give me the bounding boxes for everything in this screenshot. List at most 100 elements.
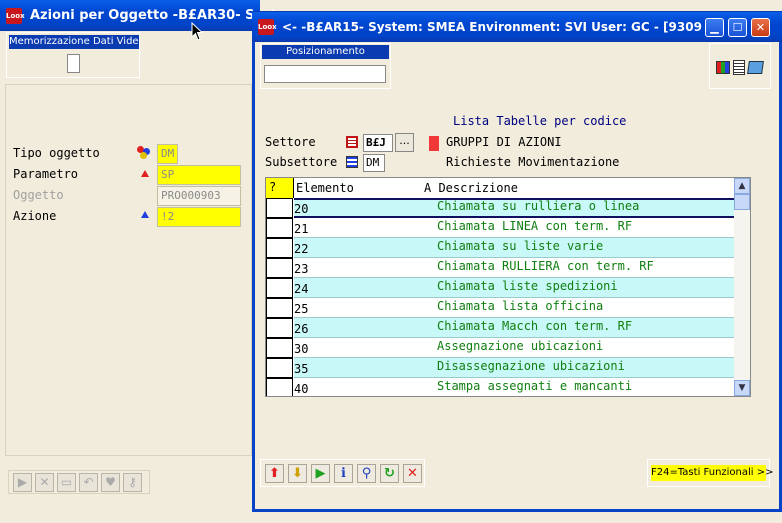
maximize-button[interactable]: ☐ <box>728 18 747 37</box>
back-arrow-icon[interactable]: ↶ <box>79 472 98 492</box>
row-code: 22 <box>294 242 309 256</box>
red-status-marker <box>429 136 439 151</box>
grid-header-select[interactable]: ? <box>266 178 294 198</box>
vertical-scrollbar[interactable]: ▲ ▼ <box>734 178 750 396</box>
row-code: 20 <box>294 202 309 216</box>
row-description: Chiamata su rulliera o linea <box>437 199 640 213</box>
play-icon[interactable]: ▶ <box>311 463 330 483</box>
table-row[interactable]: 30 Assegnazione ubicazioni <box>266 338 734 358</box>
front-title-bar[interactable]: Loox <- -B£AR15- System: SMEA Environmen… <box>252 12 782 42</box>
row-description: Stampa assegnati e mancanti <box>437 379 633 393</box>
settore-lookup-button[interactable]: ... <box>395 133 414 152</box>
row-code: 26 <box>294 322 309 336</box>
tipo-oggetto-field[interactable]: DM <box>157 144 178 164</box>
azione-field[interactable]: !2 <box>157 207 241 227</box>
refresh-icon[interactable]: ↻ <box>380 463 399 483</box>
row-description: Disassegnazione ubicazioni <box>437 359 625 373</box>
mouse-cursor-icon <box>191 22 203 41</box>
play-icon[interactable]: ▶ <box>13 472 32 492</box>
table-row[interactable]: 35 Disassegnazione ubicazioni <box>266 358 734 378</box>
palette-icon[interactable] <box>716 61 730 74</box>
app-icon[interactable]: Loox <box>6 8 25 24</box>
subsettore-label: Subsettore <box>265 155 338 169</box>
screen-icon[interactable]: ▭ <box>57 472 76 492</box>
row-select-box[interactable] <box>266 378 293 396</box>
table-row[interactable]: 22 Chiamata su liste varie <box>266 238 734 258</box>
row-select-box[interactable] <box>266 298 293 318</box>
arrow-up-icon[interactable]: ⬆ <box>265 463 284 483</box>
row-code: 24 <box>294 282 309 296</box>
oggetto-label: Oggetto <box>13 188 64 202</box>
table-row[interactable]: 25 Chiamata lista officina <box>266 298 734 318</box>
arrow-down-icon[interactable]: ⬇ <box>288 463 307 483</box>
video-memorization-label: Memorizzazione Dati Video <box>9 35 139 49</box>
three-dots-icon <box>137 146 151 160</box>
row-select-box[interactable] <box>266 338 293 358</box>
row-select-box[interactable] <box>266 318 293 338</box>
grid-header-row: ? Elemento A Descrizione <box>266 178 734 198</box>
back-toolbar: ▶ ✕ ▭ ↶ ♥ ⚷ <box>8 470 150 494</box>
close-window-button[interactable]: ✕ <box>751 18 770 37</box>
row-code: 23 <box>294 262 309 276</box>
back-form-panel <box>5 84 252 456</box>
video-memorization-checkbox[interactable] <box>67 54 80 73</box>
row-select-box[interactable] <box>266 258 293 278</box>
table-icon <box>346 136 358 148</box>
positioning-label: Posizionamento <box>262 45 389 59</box>
settore-field[interactable]: B£J <box>363 134 393 152</box>
row-select-box[interactable] <box>266 278 293 298</box>
parametro-label: Parametro <box>13 167 79 181</box>
close-icon[interactable]: ✕ <box>403 463 422 483</box>
front-app-icon[interactable]: Loox <box>258 19 277 35</box>
row-select-box[interactable] <box>266 238 293 258</box>
function-keys-button[interactable]: F24=Tasti Funzionali >> <box>647 459 774 487</box>
table-row[interactable]: 20 Chiamata su rulliera o linea <box>266 198 734 218</box>
parametro-field[interactable]: SP <box>157 165 241 185</box>
info-icon[interactable]: ℹ <box>334 463 353 483</box>
minimize-button[interactable]: ▁ <box>705 18 724 37</box>
row-select-box[interactable] <box>266 218 293 238</box>
scroll-up-button[interactable]: ▲ <box>734 178 750 194</box>
tipo-oggetto-label: Tipo oggetto <box>13 146 100 160</box>
table-row[interactable]: 23 Chiamata RULLIERA con term. RF <box>266 258 734 278</box>
close-icon[interactable]: ✕ <box>35 472 54 492</box>
subsettore-description: Richieste Movimentazione <box>446 155 620 169</box>
table-row[interactable]: 24 Chiamata liste spedizioni <box>266 278 734 298</box>
subsettore-field[interactable]: DM <box>363 154 385 172</box>
heart-icon[interactable]: ♥ <box>101 472 120 492</box>
settore-label: Settore <box>265 135 316 149</box>
row-select-box[interactable] <box>266 198 293 218</box>
row-description: Chiamata lista officina <box>437 299 604 313</box>
row-description: Chiamata RULLIERA con term. RF <box>437 259 654 273</box>
row-code: 40 <box>294 382 309 396</box>
table-row[interactable]: 21 Chiamata LINEA con term. RF <box>266 218 734 238</box>
document-icon[interactable] <box>733 60 745 75</box>
row-code: 25 <box>294 302 309 316</box>
video-memorization-box: Memorizzazione Dati Video <box>6 32 140 78</box>
key-icon[interactable]: ⚷ <box>123 472 142 492</box>
positioning-input[interactable] <box>264 65 386 83</box>
table-grid: ? Elemento A Descrizione 20 Chiamata su r… <box>265 177 751 397</box>
blue-triangle-icon <box>141 211 149 218</box>
oggetto-field[interactable]: PRO000903 <box>157 186 241 206</box>
grid-body: 20 Chiamata su rulliera o linea 21 Chiamata… <box>266 198 734 396</box>
scroll-down-button[interactable]: ▼ <box>734 380 750 396</box>
row-select-box[interactable] <box>266 358 293 378</box>
front-window-title: <- -B£AR15- System: SMEA Environment: SV… <box>282 20 702 34</box>
scroll-thumb[interactable] <box>734 194 750 210</box>
search-icon[interactable]: ⚲ <box>357 463 376 483</box>
table-row[interactable]: 26 Chiamata Macch con term. RF <box>266 318 734 338</box>
list-icon <box>346 156 358 168</box>
row-description: Chiamata liste spedizioni <box>437 279 618 293</box>
top-right-icons <box>709 43 771 89</box>
row-description: Chiamata LINEA con term. RF <box>437 219 633 233</box>
grid-header-description[interactable]: A Descrizione <box>424 181 518 195</box>
settore-description: GRUPPI DI AZIONI <box>446 135 562 149</box>
table-row[interactable]: 40 Stampa assegnati e mancanti <box>266 378 734 396</box>
row-description: Chiamata Macch con term. RF <box>437 319 633 333</box>
bottom-toolbar: ⬆ ⬇ ▶ ℹ ⚲ ↻ ✕ <box>260 459 425 487</box>
folder-icon[interactable] <box>747 61 764 74</box>
grid-header-code[interactable]: Elemento <box>296 181 354 195</box>
row-code: 30 <box>294 342 309 356</box>
back-title-bar[interactable]: Loox Azioni per Oggetto -B£AR30- System <box>0 0 299 31</box>
